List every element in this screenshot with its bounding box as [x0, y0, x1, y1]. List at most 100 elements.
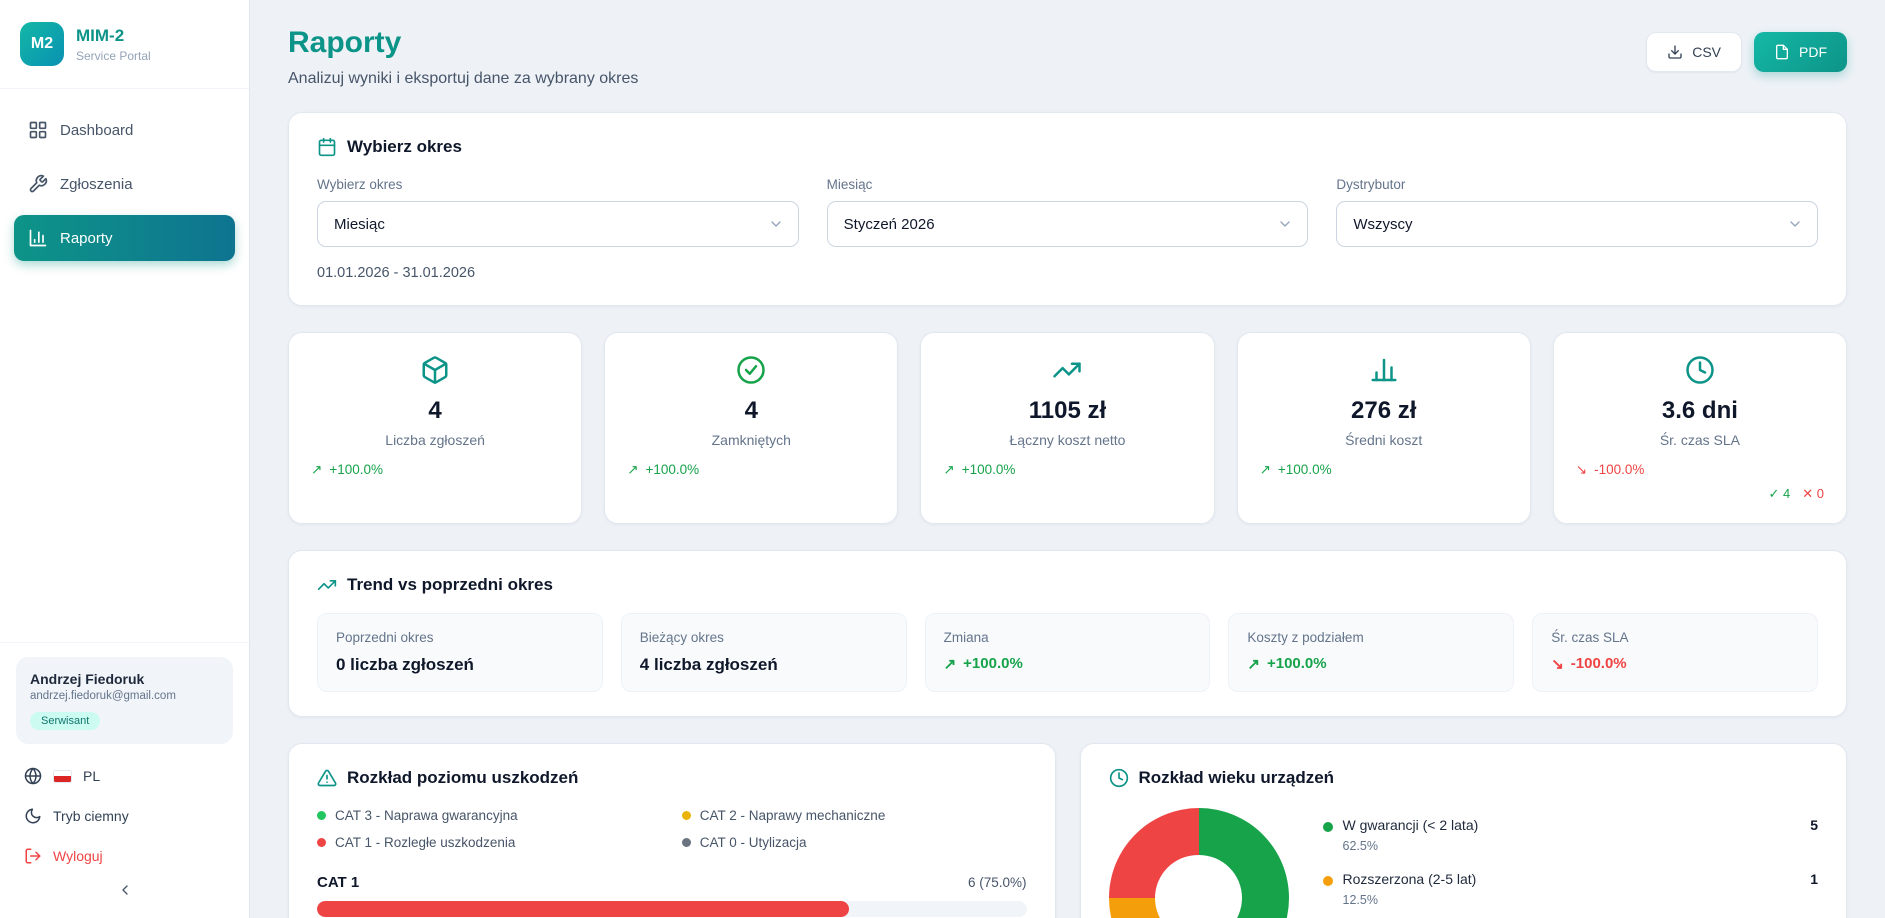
- app-subtitle: Service Portal: [76, 49, 151, 63]
- stat-card-laczny-koszt: 1105 zł Łączny koszt netto ↗ +100.0%: [920, 332, 1214, 524]
- trend-value: -100.0%: [1594, 462, 1644, 478]
- clock-icon: [1109, 768, 1129, 788]
- export-pdf-button[interactable]: PDF: [1754, 32, 1847, 72]
- sidebar-item-zgloszenia[interactable]: Zgłoszenia: [14, 161, 235, 207]
- trend-up-arrow-icon: ↗: [944, 655, 957, 673]
- damage-bar-track: [317, 901, 1027, 917]
- trend-panel-label: Zmiana: [944, 630, 1192, 645]
- export-csv-button[interactable]: CSV: [1646, 32, 1742, 72]
- period-type-select[interactable]: Miesiąc: [317, 201, 799, 247]
- sla-ok-value: 4: [1783, 486, 1790, 501]
- sidebar-item-raporty[interactable]: Raporty: [14, 215, 235, 261]
- stat-card-liczba-zgloszen: 4 Liczba zgłoszeń ↗ +100.0%: [288, 332, 582, 524]
- wrench-icon: [28, 174, 48, 194]
- check-circle-icon: [627, 355, 875, 385]
- language-switcher[interactable]: PL: [16, 756, 233, 796]
- sla-counts: ✓ 4 ✕ 0: [1576, 486, 1824, 502]
- damage-bar-label: CAT 1: [317, 874, 359, 891]
- trend-down-arrow-icon: ↘: [1576, 462, 1587, 478]
- sidebar-item-label: Zgłoszenia: [60, 176, 133, 193]
- legend-dot: [1323, 876, 1333, 886]
- logout-icon: [24, 847, 42, 865]
- user-name: Andrzej Fiedoruk: [30, 671, 219, 687]
- page-subtitle: Analizuj wyniki i eksportuj dane za wybr…: [288, 70, 638, 88]
- trend-panel-label: Poprzedni okres: [336, 630, 584, 645]
- filter-grid: Wybierz okres Miesiąc Miesiąc Styczeń 20…: [317, 177, 1818, 247]
- app-logo-row: M2 MIM-2 Service Portal: [0, 0, 249, 89]
- main-content: Raporty Analizuj wyniki i eksportuj dane…: [250, 0, 1885, 918]
- age-row-gwarancja: W gwarancji (< 2 lata) 62.5% 5: [1323, 808, 1819, 862]
- alert-triangle-icon: [317, 768, 337, 788]
- device-age-legend: W gwarancji (< 2 lata) 62.5% 5 Rozszerzo…: [1323, 808, 1819, 916]
- trend-panel-koszty: Koszty z podziałem ↗ +100.0%: [1228, 613, 1514, 692]
- distributor-label: Dystrybutor: [1336, 177, 1818, 192]
- sidebar: M2 MIM-2 Service Portal Dashboard Zgłosz…: [0, 0, 250, 918]
- period-type-label: Wybierz okres: [317, 177, 799, 192]
- globe-icon: [24, 767, 42, 785]
- age-count: 1: [1810, 871, 1818, 887]
- distributor-select[interactable]: Wszyscy: [1336, 201, 1818, 247]
- trend-panel-label: Śr. czas SLA: [1551, 630, 1799, 645]
- legend-label: CAT 2 - Naprawy mechaniczne: [700, 808, 886, 823]
- damage-legend: CAT 3 - Naprawa gwarancyjna CAT 2 - Napr…: [317, 808, 1027, 850]
- legend-dot: [1323, 822, 1333, 832]
- app-name: MIM-2: [76, 26, 151, 46]
- user-card: Andrzej Fiedoruk andrzej.fiedoruk@gmail.…: [16, 657, 233, 744]
- device-age-title: Rozkład wieku urządzeń: [1139, 768, 1335, 788]
- stat-label: Średni koszt: [1260, 432, 1508, 448]
- trend-value: +100.0%: [329, 462, 383, 478]
- filter-card-title-row: Wybierz okres: [317, 137, 1818, 157]
- trend-panel-value: 0 liczba zgłoszeń: [336, 655, 584, 675]
- poland-flag-icon: [53, 770, 72, 783]
- age-row-rozszerzona: Rozszerzona (2-5 lat) 12.5% 1: [1323, 862, 1819, 916]
- dark-mode-toggle[interactable]: Tryb ciemny: [16, 796, 233, 836]
- user-role-badge: Serwisant: [30, 712, 100, 730]
- stat-value: 4: [627, 397, 875, 425]
- age-count: 5: [1810, 817, 1818, 833]
- trend-panel-value: ↗ +100.0%: [944, 655, 1192, 673]
- date-range-text: 01.01.2026 - 31.01.2026: [317, 265, 1818, 281]
- chevron-down-icon: [768, 216, 784, 232]
- stat-trend: ↗ +100.0%: [627, 462, 875, 478]
- legend-item-cat1: CAT 1 - Rozległe uszkodzenia: [317, 835, 662, 850]
- logout-label: Wyloguj: [53, 848, 103, 864]
- trend-value: +100.0%: [962, 462, 1016, 478]
- sidebar-item-dashboard[interactable]: Dashboard: [14, 107, 235, 153]
- trend-panel-biezacy: Bieżący okres 4 liczba zgłoszeń: [621, 613, 907, 692]
- trend-up-arrow-icon: ↗: [1247, 655, 1260, 673]
- device-age-body: W gwarancji (< 2 lata) 62.5% 5 Rozszerzo…: [1109, 808, 1819, 918]
- period-type-value: Miesiąc: [334, 216, 385, 233]
- trend-up-arrow-icon: ↗: [311, 462, 322, 478]
- bar-chart-icon: [28, 228, 48, 248]
- damage-bar-value: 6 (75.0%): [968, 875, 1027, 890]
- stat-trend: ↗ +100.0%: [1260, 462, 1508, 478]
- stat-value: 4: [311, 397, 559, 425]
- sidebar-nav: Dashboard Zgłoszenia Raporty: [0, 89, 249, 287]
- stats-row: 4 Liczba zgłoszeń ↗ +100.0% 4 Zamkniętyc…: [288, 332, 1847, 524]
- csv-button-label: CSV: [1692, 44, 1721, 60]
- trending-up-icon: [317, 575, 337, 595]
- trend-panel-zmiana: Zmiana ↗ +100.0%: [925, 613, 1211, 692]
- month-select[interactable]: Styczeń 2026: [827, 201, 1309, 247]
- cross-glyph-icon: ✕: [1802, 486, 1813, 501]
- period-filter-card: Wybierz okres Wybierz okres Miesiąc Mies…: [288, 112, 1847, 306]
- stat-label: Łączny koszt netto: [943, 432, 1191, 448]
- moon-icon: [24, 807, 42, 825]
- sla-ok-count: ✓ 4: [1768, 486, 1790, 502]
- trend-down-arrow-icon: ↘: [1551, 655, 1564, 673]
- legend-label: CAT 3 - Naprawa gwarancyjna: [335, 808, 518, 823]
- trend-title-row: Trend vs poprzedni okres: [317, 575, 1818, 595]
- period-type-field: Wybierz okres Miesiąc: [317, 177, 799, 247]
- distributor-field: Dystrybutor Wszyscy: [1336, 177, 1818, 247]
- trend-panel-label: Koszty z podziałem: [1247, 630, 1495, 645]
- distributor-value: Wszyscy: [1353, 216, 1412, 233]
- age-pct: 12.5%: [1343, 893, 1477, 907]
- chevron-down-icon: [1277, 216, 1293, 232]
- stat-label: Liczba zgłoszeń: [311, 432, 559, 448]
- sidebar-collapse-button[interactable]: [16, 876, 233, 910]
- chevron-down-icon: [1787, 216, 1803, 232]
- stat-label: Zamkniętych: [627, 432, 875, 448]
- logout-button[interactable]: Wyloguj: [16, 836, 233, 876]
- trend-section: Trend vs poprzedni okres Poprzedni okres…: [288, 550, 1847, 717]
- legend-dot: [682, 838, 691, 847]
